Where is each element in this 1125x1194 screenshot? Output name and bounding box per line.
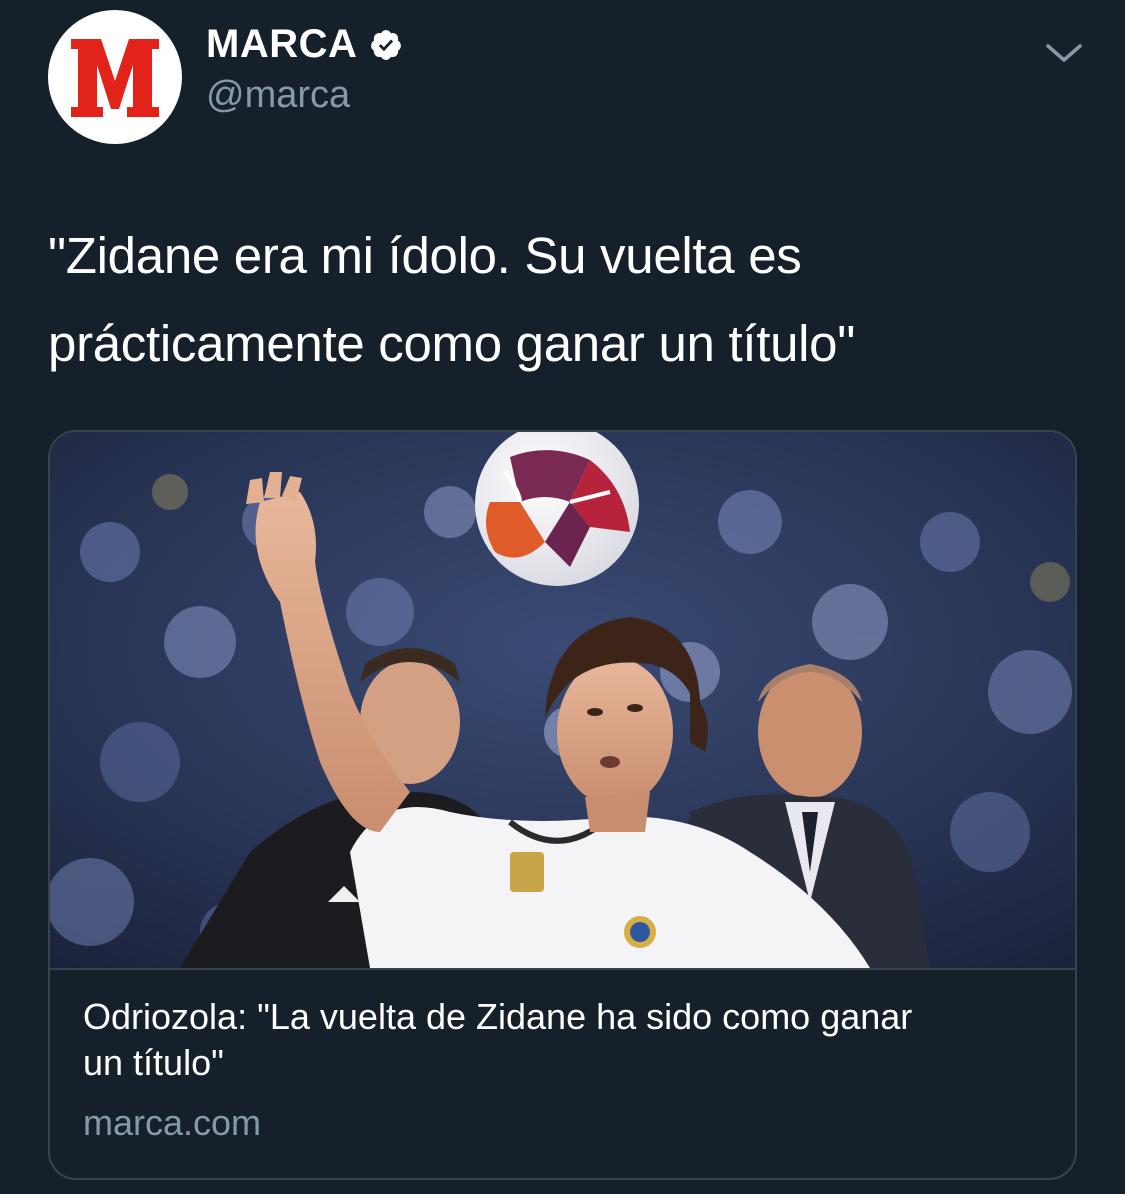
verified-badge-icon xyxy=(369,28,403,62)
avatar[interactable] xyxy=(48,10,182,144)
chevron-down-icon[interactable] xyxy=(1042,36,1086,70)
football-photo xyxy=(50,432,1075,968)
card-title-line: un título" xyxy=(83,1042,224,1083)
card-divider xyxy=(50,968,1075,970)
card-title-line: Odriozola: "La vuelta de Zidane ha sido … xyxy=(83,996,913,1037)
tweet-text-line: prácticamente como ganar un título" xyxy=(48,315,856,372)
tweet-text-line: "Zidane era mi ídolo. Su vuelta es xyxy=(48,227,802,284)
tweet-text: "Zidane era mi ídolo. Su vuelta es práct… xyxy=(48,212,1068,388)
card-image[interactable] xyxy=(50,432,1075,968)
card-domain: marca.com xyxy=(83,1102,262,1143)
tweet: MARCA @marca "Zidane era mi ídolo. Su vu… xyxy=(0,0,1125,1194)
link-card[interactable]: Odriozola: "La vuelta de Zidane ha sido … xyxy=(48,430,1077,1180)
display-name[interactable]: MARCA xyxy=(206,22,357,67)
handle[interactable]: @marca xyxy=(206,74,350,117)
name-row: MARCA xyxy=(206,22,403,67)
card-title[interactable]: Odriozola: "La vuelta de Zidane ha sido … xyxy=(83,994,1043,1086)
marca-logo-icon xyxy=(71,39,159,117)
